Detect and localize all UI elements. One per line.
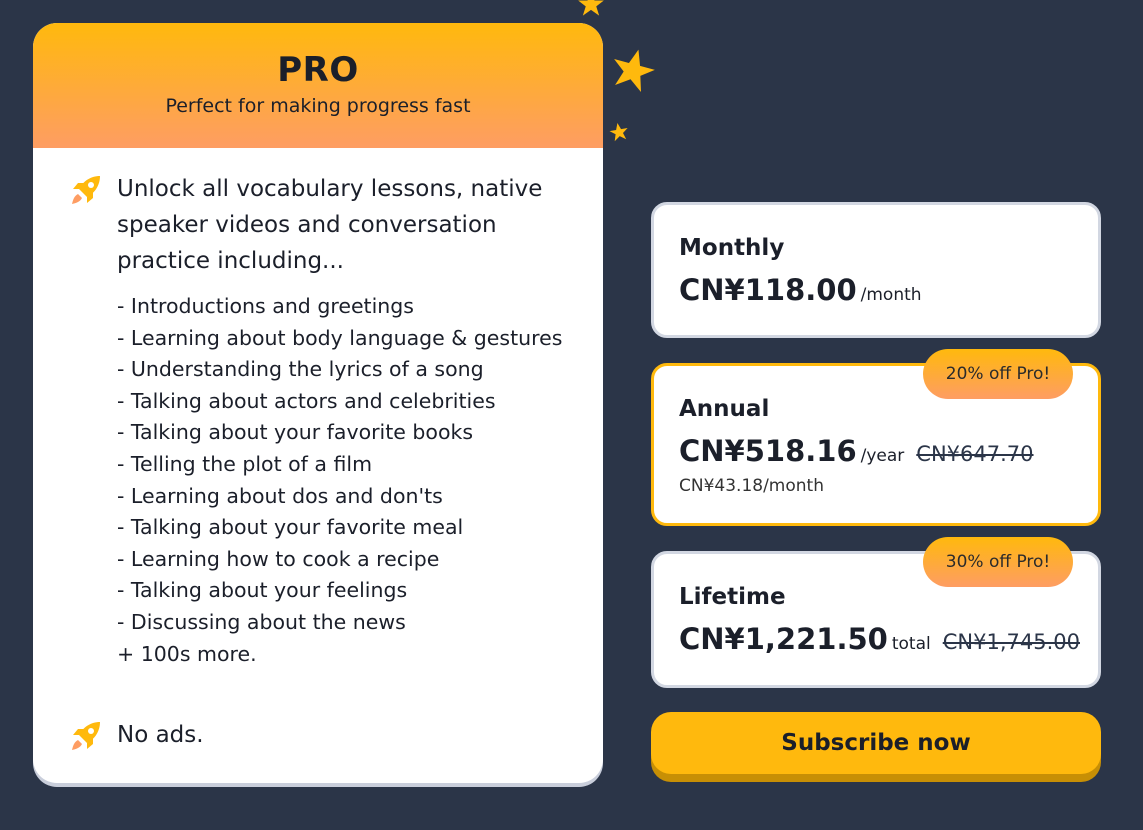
price-row: CN¥1,221.50 total CN¥1,745.00 [679, 622, 1080, 656]
list-item: - Telling the plot of a film [117, 451, 373, 476]
price-row: CN¥118.00 /month [679, 273, 922, 307]
list-item: - Talking about actors and celebrities [117, 388, 496, 413]
subscribe-button[interactable]: Subscribe now [651, 712, 1101, 774]
discount-badge: 20% off Pro! [923, 349, 1073, 399]
plan-name: Lifetime [679, 584, 786, 610]
rocket-icon [72, 722, 100, 750]
pro-header: PRO Perfect for making progress fast [33, 23, 603, 148]
plan-price: CN¥518.16 [679, 434, 857, 468]
star-icon [614, 49, 655, 92]
list-item: - Learning how to cook a recipe [117, 546, 440, 571]
plan-price: CN¥118.00 [679, 273, 857, 307]
star-icon [609, 122, 628, 142]
price-row: CN¥518.16 /year CN¥647.70 [679, 434, 1034, 468]
plan-per-month: CN¥43.18/month [679, 476, 824, 496]
plan-price: CN¥1,221.50 [679, 622, 888, 656]
list-item: - Learning about body language & gesture… [117, 325, 563, 350]
feature-unlock-text: Unlock all vocabulary lessons, native sp… [117, 176, 543, 274]
plan-period: /year [860, 446, 905, 466]
plan-old-price: CN¥647.70 [916, 442, 1034, 466]
pro-plan-card: PRO Perfect for making progress fast Unl… [33, 23, 603, 783]
plan-period: total [891, 634, 931, 654]
list-item: + 100s more. [117, 641, 257, 666]
feature-no-ads: No ads. [69, 717, 547, 753]
star-icon [578, 0, 604, 16]
list-item: - Introductions and greetings [117, 294, 414, 318]
list-item: - Talking about your favorite meal [117, 515, 464, 540]
plan-period: /month [860, 285, 922, 305]
feature-unlock: Unlock all vocabulary lessons, native sp… [69, 171, 547, 279]
plan-option-monthly[interactable]: Monthly CN¥118.00 /month [651, 202, 1101, 338]
discount-badge: 30% off Pro! [923, 537, 1073, 587]
list-item: - Discussing about the news [117, 609, 406, 634]
plan-old-price: CN¥1,745.00 [942, 630, 1080, 654]
pro-title: PRO [277, 50, 359, 90]
list-item: - Understanding the lyrics of a song [117, 357, 484, 382]
list-item: - Talking about your feelings [117, 578, 408, 603]
list-item: - Talking about your favorite books [117, 420, 474, 445]
list-item: - Learning about dos and don'ts [117, 483, 443, 508]
plan-name: Annual [679, 396, 770, 422]
feature-no-ads-text: No ads. [117, 722, 204, 748]
rocket-icon [72, 176, 100, 204]
plan-name: Monthly [679, 235, 785, 261]
topics-list: - Introductions and greetings - Learning… [117, 291, 562, 670]
pro-subtitle: Perfect for making progress fast [165, 95, 471, 117]
